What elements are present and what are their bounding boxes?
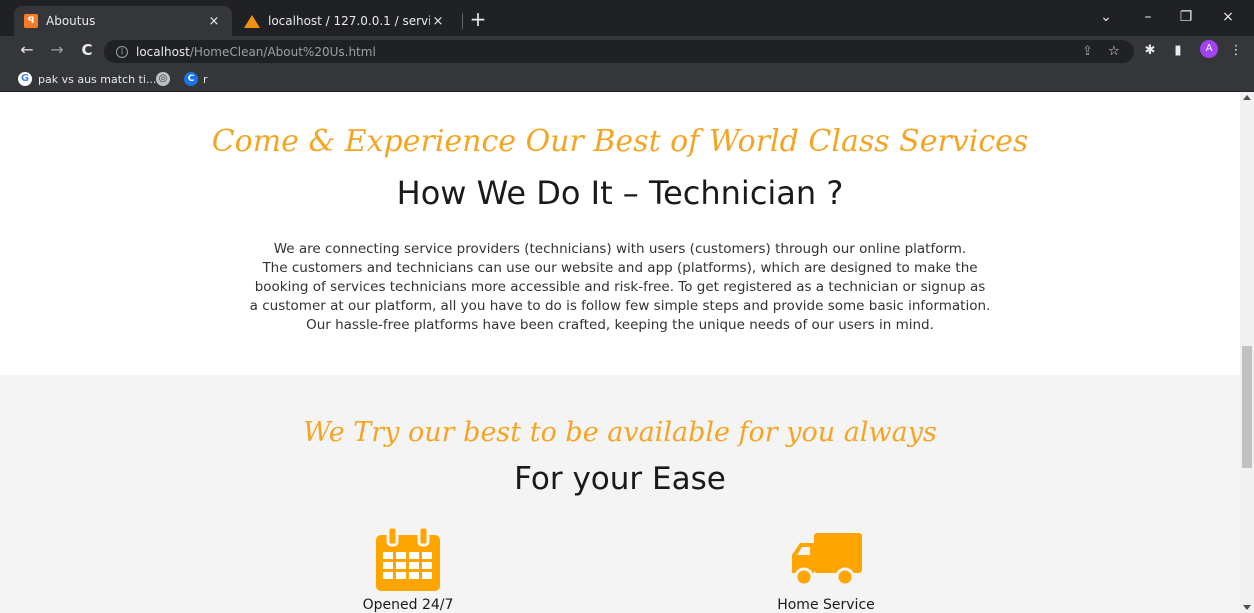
calendar-icon [376,527,440,591]
scroll-up-icon[interactable] [1243,95,1251,100]
bookmark-label: r [203,72,208,86]
section1-title: How We Do It – Technician ? [396,174,844,212]
side-panel-icon[interactable]: ▮ [1170,43,1186,59]
c-icon: C [184,72,198,86]
close-tab-icon[interactable]: × [430,14,446,29]
scroll-down-icon[interactable] [1243,605,1251,610]
tab-title: localhost / 127.0.0.1 / service / us [268,14,430,28]
restore-button[interactable]: ❐ [1168,6,1204,30]
address-bar[interactable]: i localhost/HomeClean/About%20Us.html ⇪ … [104,40,1134,63]
paragraph-line: Our hassle-free platforms have been craf… [306,317,934,333]
browser-menu-icon[interactable]: ⋮ [1228,43,1244,59]
extensions-icon[interactable]: ✱ [1142,43,1158,59]
xampp-icon: ꟼ [24,14,38,28]
bookmark-globe[interactable]: ◎ [156,70,170,88]
section1-paragraph: We are connecting service providers (tec… [0,240,1240,335]
page-scrollbar[interactable] [1240,92,1254,613]
truck-icon [792,533,862,587]
page-viewport: Come & Experience Our Best of World Clas… [0,92,1240,613]
browser-toolbar: ← → C i localhost/HomeClean/About%20Us.h… [0,36,1254,66]
url-host: localhost [136,44,190,59]
bookmark-r[interactable]: C r [184,70,208,88]
scrollbar-thumb[interactable] [1242,346,1252,468]
bookmarks-bar: G pak vs aus match ti... ◎ C r [0,66,1254,92]
close-tab-icon[interactable]: × [206,14,222,29]
browser-tab-bar: ꟼ Aboutus × localhost / 127.0.0.1 / serv… [0,0,1254,36]
close-window-button[interactable]: × [1210,6,1246,30]
minimize-button[interactable]: – [1130,6,1166,30]
bookmark-label: pak vs aus match ti... [38,72,157,86]
info-icon[interactable]: i [116,45,128,58]
section2-script-heading: We Try our best to be available for you … [303,417,937,448]
bookmark-pak-vs-aus[interactable]: G pak vs aus match ti... [18,70,156,88]
paragraph-line: We are connecting service providers (tec… [273,241,967,257]
section1-script-heading: Come & Experience Our Best of World Clas… [211,124,1029,159]
profile-avatar[interactable]: A [1200,40,1218,58]
tab-divider [462,13,463,29]
tab-phpmyadmin[interactable]: localhost / 127.0.0.1 / service / us × [234,6,456,36]
url-path: /HomeClean/About%20Us.html [189,44,376,59]
forward-button[interactable]: → [46,40,68,62]
reload-button[interactable]: C [76,40,98,62]
new-tab-button[interactable]: + [466,8,490,32]
back-button[interactable]: ← [16,40,38,62]
feature-label-opened: Opened 24/7 [362,597,454,613]
share-icon[interactable]: ⇪ [1082,40,1093,63]
globe-icon: ◎ [156,72,170,86]
paragraph-line: a customer at our platform, all you have… [249,298,991,314]
phpmyadmin-icon [244,14,260,28]
google-icon: G [18,72,32,86]
tab-title: Aboutus [46,14,96,28]
bookmark-star-icon[interactable]: ☆ [1108,40,1120,63]
tab-search-icon[interactable]: ⌄ [1088,6,1124,30]
paragraph-line: The customers and technicians can use ou… [262,260,978,276]
tab-aboutus[interactable]: ꟼ Aboutus × [14,6,232,36]
ease-section: We Try our best to be available for you … [0,375,1240,613]
paragraph-line: booking of services technicians more acc… [254,279,986,295]
section2-title: For your Ease [514,461,726,497]
feature-label-home-service: Home Service [777,597,875,613]
